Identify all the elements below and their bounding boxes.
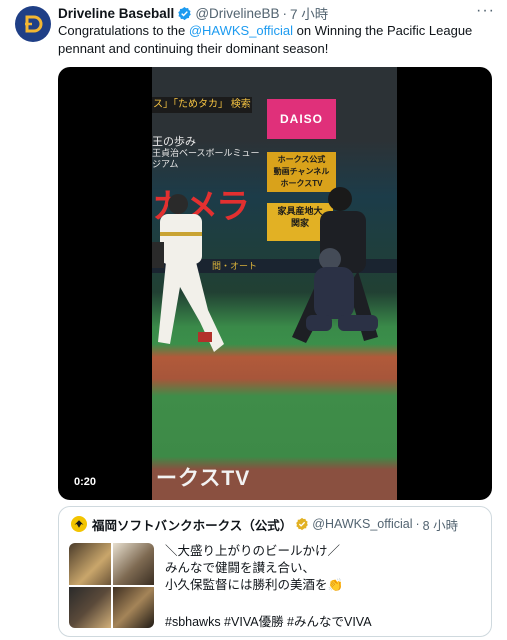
tweet[interactable]: Driveline Baseball @DrivelineBB · 7 小時 ·…: [0, 0, 507, 640]
quoted-tweet-header: 福岡ソフトバンクホークス（公式） @HAWKS_official · 8 小時: [71, 515, 458, 533]
driveline-logo-icon: [21, 12, 45, 36]
quoted-tweet-time[interactable]: 8 小時: [423, 515, 458, 534]
museum-sign: 王の歩み 王貞治ベースボールミュージアム: [152, 137, 262, 170]
verified-badge-icon: [296, 517, 309, 531]
umpire-figure: [292, 187, 378, 343]
quoted-photo-2[interactable]: [112, 543, 154, 585]
user-handle[interactable]: @DrivelineBB: [195, 6, 279, 21]
display-name[interactable]: Driveline Baseball: [58, 6, 174, 21]
verified-badge-icon: [178, 6, 192, 20]
quoted-photo-3[interactable]: [69, 586, 111, 628]
hawks-logo-icon[interactable]: [71, 516, 87, 532]
daiso-sign: DAISO: [267, 99, 336, 139]
hawks-channel-line-1: ホークス公式: [277, 155, 326, 164]
more-icon[interactable]: ···: [476, 2, 495, 20]
video-player[interactable]: ス」「ためタカ」 検索 王の歩み 王貞治ベースボールミュージアム DAISO ホ…: [58, 67, 492, 500]
separator-dot: ·: [282, 5, 288, 21]
quoted-user-handle[interactable]: @HAWKS_official: [312, 517, 412, 531]
quoted-media-grid[interactable]: [69, 543, 154, 628]
museum-sign-title: 王の歩み: [152, 136, 196, 148]
stadium-sign-strip: ス」「ためタカ」 検索: [152, 97, 252, 113]
hawks-channel-line-2: 動画チャンネル: [273, 167, 330, 176]
tweet-time[interactable]: 7 小時: [290, 3, 328, 23]
tweet-text: Congratulations to the @HAWKS_official o…: [58, 22, 488, 58]
mention-link[interactable]: @HAWKS_official: [189, 23, 293, 38]
hawk-icon: [74, 520, 84, 528]
video-frame: ス」「ためタカ」 検索 王の歩み 王貞治ベースボールミュージアム DAISO ホ…: [152, 67, 397, 500]
quoted-photo-1[interactable]: [69, 543, 111, 585]
quoted-photo-4[interactable]: [112, 586, 154, 628]
quoted-tweet-text: ＼大盛り上がりのビールかけ／ みんなで健闘を讃え合い、 小久保監督には勝利の美酒…: [165, 543, 483, 594]
quoted-hashtags[interactable]: #sbhawks #VIVA優勝 #みんなでVIVA: [165, 611, 372, 630]
field-logo-text: ークスTV: [156, 467, 251, 490]
quoted-text-line: みんなで健闘を讃え合い、: [165, 561, 316, 575]
tweet-text-before: Congratulations to the: [58, 23, 189, 38]
quoted-text-line: ＼大盛り上がりのビールかけ／: [165, 544, 341, 558]
tweet-header: Driveline Baseball @DrivelineBB · 7 小時: [58, 3, 328, 23]
video-timestamp: 0:20: [74, 476, 97, 488]
separator-dot: ·: [415, 517, 420, 531]
museum-sign-subtitle: 王貞治ベースボールミュージアム: [152, 148, 260, 169]
avatar[interactable]: [15, 6, 51, 42]
quoted-text-line: 小久保監督には勝利の美酒を👏: [165, 578, 344, 592]
hawks-channel-sign: ホークス公式 動画チャンネル ホークスTV: [267, 152, 336, 192]
quoted-tweet[interactable]: 福岡ソフトバンクホークス（公式） @HAWKS_official · 8 小時 …: [58, 506, 492, 637]
batter-figure: [152, 194, 224, 352]
quoted-display-name[interactable]: 福岡ソフトバンクホークス（公式）: [92, 515, 292, 534]
